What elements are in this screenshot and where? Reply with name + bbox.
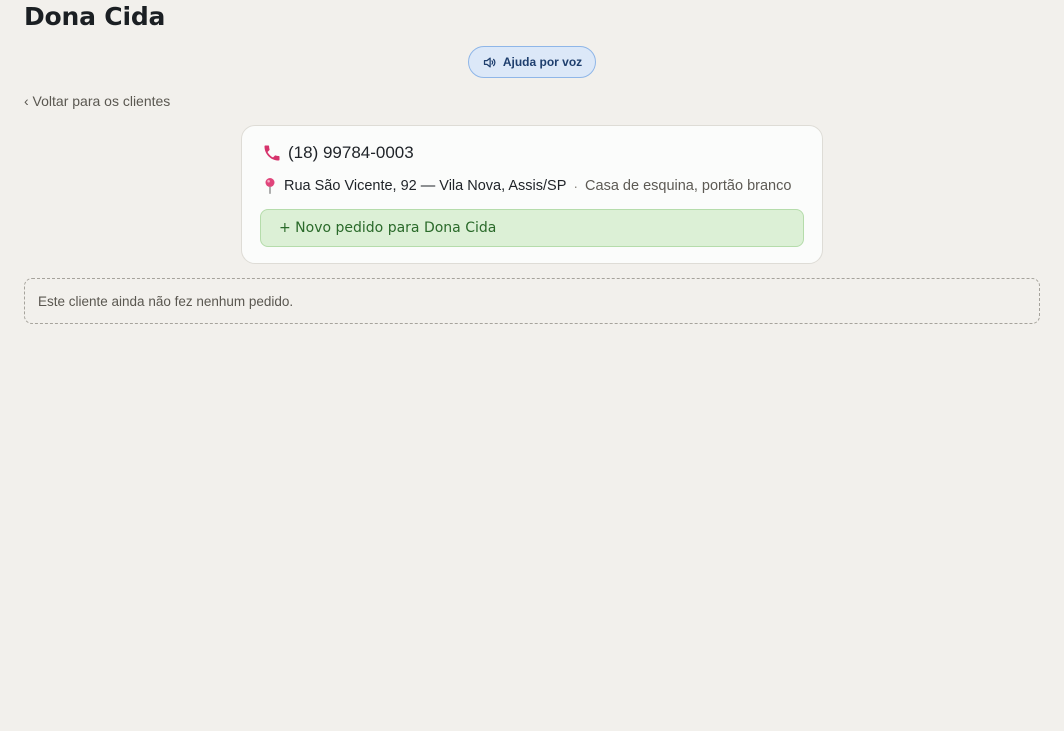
phone-icon xyxy=(262,143,282,163)
speaker-icon xyxy=(482,55,497,70)
address-row: Rua São Vicente, 92 — Vila Nova, Assis/S… xyxy=(262,177,791,195)
page-title: Dona Cida xyxy=(24,2,166,31)
voice-help-button[interactable]: Ajuda por voz xyxy=(468,46,596,78)
phone-row[interactable]: (18) 99784-0003 xyxy=(262,143,414,163)
page: Dona Cida Ajuda por voz ‹ Voltar para os… xyxy=(0,0,1064,731)
new-order-label: + Novo pedido para Dona Cida xyxy=(279,220,497,236)
pin-icon xyxy=(262,177,278,195)
orders-empty-state: Este cliente ainda não fez nenhum pedido… xyxy=(24,278,1040,324)
voice-help-label: Ajuda por voz xyxy=(502,55,583,69)
back-to-clients-link[interactable]: ‹ Voltar para os clientes xyxy=(24,92,170,110)
client-phone: (18) 99784-0003 xyxy=(288,143,414,162)
address-separator: · xyxy=(573,178,579,194)
client-address: Rua São Vicente, 92 — Vila Nova, Assis/S… xyxy=(284,178,567,194)
client-address-note: Casa de esquina, portão branco xyxy=(585,178,792,194)
new-order-button[interactable]: + Novo pedido para Dona Cida xyxy=(260,209,804,247)
empty-orders-message: Este cliente ainda não fez nenhum pedido… xyxy=(38,293,294,309)
client-info-card: (18) 99784-0003 Rua São Vicente, 92 — Vi… xyxy=(241,125,823,264)
